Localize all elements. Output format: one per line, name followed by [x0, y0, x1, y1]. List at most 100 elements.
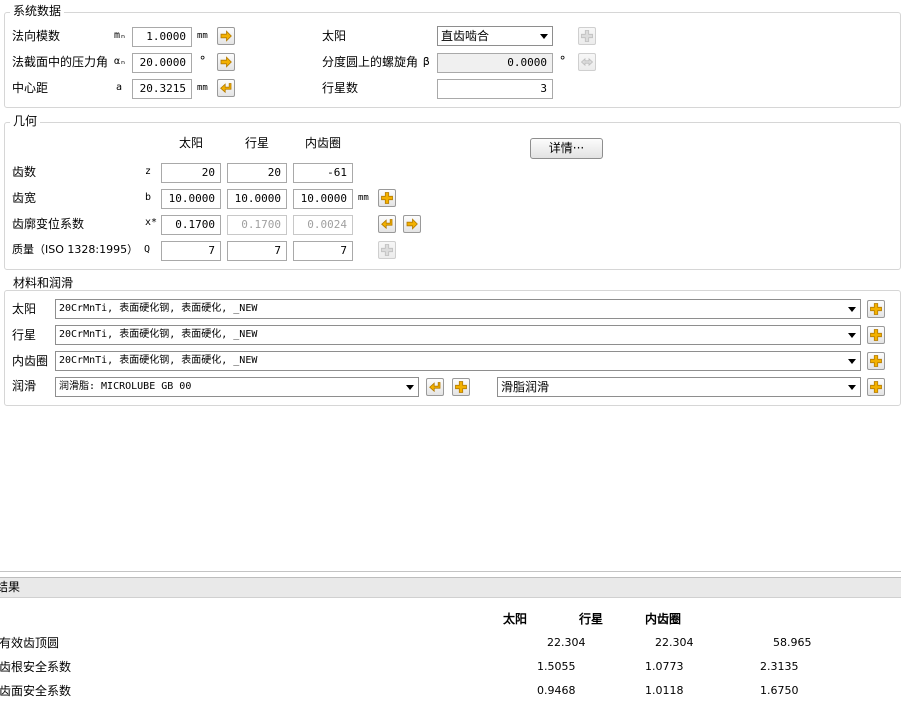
arrow-left-icon: [219, 81, 233, 95]
lubrication-type-add-button[interactable]: [867, 378, 885, 396]
sun-material-label: 太阳: [12, 302, 37, 316]
face-width-add-button[interactable]: [378, 189, 396, 207]
lubrication-label: 润滑: [12, 379, 37, 393]
system-data-legend: 系统数据: [10, 4, 65, 18]
lubricant-add-button[interactable]: [452, 378, 470, 396]
sun-gear-label: 太阳: [322, 29, 347, 43]
teeth-count-planet-input[interactable]: 20: [227, 163, 287, 183]
chevron-down-icon: [848, 385, 856, 390]
arrow-left-icon: [428, 380, 442, 394]
pressure-angle-input[interactable]: 20.0000: [132, 53, 192, 73]
center-distance-convert-button[interactable]: [217, 79, 235, 97]
results-col-planet: 行星: [579, 612, 604, 626]
teeth-count-ring-input[interactable]: -61: [293, 163, 353, 183]
results-row-root-safety-ring: 2.3135: [760, 660, 799, 673]
sun-gear-add-button[interactable]: [578, 27, 596, 45]
planet-material-add-button[interactable]: [867, 326, 885, 344]
profile-shift-right-button[interactable]: [403, 215, 421, 233]
sun-material-select[interactable]: 20CrMnTi, 表面硬化钢, 表面硬化, _NEW: [55, 299, 861, 319]
results-col-ring: 内齿圈: [645, 612, 682, 626]
lubrication-type-value: 滑脂润滑: [501, 380, 550, 394]
teeth-count-sun-input[interactable]: 20: [161, 163, 221, 183]
face-width-sun-input[interactable]: 10.0000: [161, 189, 221, 209]
quality-label: 质量（ISO 1328:1995）: [12, 243, 139, 256]
geometry-legend: 几何: [10, 114, 41, 128]
results-header-bar: 结果: [0, 577, 901, 598]
results-row-flank-safety-planet: 1.0118: [645, 684, 684, 697]
face-width-label: 齿宽: [12, 191, 37, 205]
center-distance-input[interactable]: 20.3215: [132, 79, 192, 99]
helix-angle-symbol: β: [423, 55, 430, 68]
helix-angle-label: 分度圆上的螺旋角: [322, 55, 419, 69]
plus-icon: [869, 302, 883, 316]
face-width-ring-input[interactable]: 10.0000: [293, 189, 353, 209]
quality-sun-input[interactable]: 7: [161, 241, 221, 261]
geometry-col-sun: 太阳: [178, 136, 203, 150]
materials-legend: 材料和润滑: [10, 276, 77, 290]
quality-planet-input[interactable]: 7: [227, 241, 287, 261]
results-row-root-safety-label: 齿根安全系数: [0, 660, 72, 674]
face-width-unit: mm: [358, 193, 369, 203]
plus-icon: [380, 243, 394, 257]
quality-ring-input[interactable]: 7: [293, 241, 353, 261]
chevron-down-icon: [848, 359, 856, 364]
teeth-count-label: 齿数: [12, 165, 37, 179]
profile-shift-symbol: x*: [145, 217, 158, 228]
sun-gear-type-value: 直齿啮合: [441, 29, 490, 43]
results-row-tip-diameter-planet: 22.304: [655, 636, 694, 649]
center-distance-label: 中心距: [12, 81, 49, 95]
sun-material-add-button[interactable]: [867, 300, 885, 318]
plus-icon: [454, 380, 468, 394]
normal-module-label: 法向模数: [12, 29, 61, 43]
arrow-right-icon: [219, 55, 233, 69]
splitter-line[interactable]: [0, 571, 901, 572]
normal-module-convert-button[interactable]: [217, 27, 235, 45]
lubricant-select[interactable]: 润滑脂: MICROLUBE GB 00: [55, 377, 419, 397]
planet-count-label: 行星数: [322, 81, 359, 95]
profile-shift-label: 齿廓变位系数: [12, 217, 85, 231]
results-row-tip-diameter-ring: 58.965: [773, 636, 812, 649]
profile-shift-planet-input[interactable]: 0.1700: [227, 215, 287, 235]
double-arrow-icon: [580, 55, 594, 69]
arrow-right-icon: [405, 217, 419, 231]
sun-gear-type-select[interactable]: 直齿啮合: [437, 26, 553, 46]
chevron-down-icon: [406, 385, 414, 390]
results-row-root-safety-planet: 1.0773: [645, 660, 684, 673]
quality-symbol: Q: [144, 244, 151, 255]
quality-add-button[interactable]: [378, 241, 396, 259]
ring-material-value: 20CrMnTi, 表面硬化钢, 表面硬化, _NEW: [59, 355, 258, 366]
ring-material-add-button[interactable]: [867, 352, 885, 370]
planet-material-label: 行星: [12, 328, 37, 342]
lubricant-left-button[interactable]: [426, 378, 444, 396]
chevron-down-icon: [540, 34, 548, 39]
face-width-planet-input[interactable]: 10.0000: [227, 189, 287, 209]
normal-module-symbol: mₙ: [114, 30, 127, 41]
pressure-angle-convert-button[interactable]: [217, 53, 235, 71]
sun-material-value: 20CrMnTi, 表面硬化钢, 表面硬化, _NEW: [59, 303, 258, 314]
results-col-sun: 太阳: [503, 612, 528, 626]
plus-icon: [869, 328, 883, 342]
planet-count-input[interactable]: 3: [437, 79, 553, 99]
arrow-right-icon: [219, 29, 233, 43]
helix-angle-unit: °: [559, 54, 567, 68]
results-title: 结果: [0, 580, 21, 594]
planet-material-select[interactable]: 20CrMnTi, 表面硬化钢, 表面硬化, _NEW: [55, 325, 861, 345]
plus-icon: [380, 191, 394, 205]
details-button[interactable]: 详情···: [530, 138, 603, 159]
planet-material-value: 20CrMnTi, 表面硬化钢, 表面硬化, _NEW: [59, 329, 258, 340]
results-row-tip-diameter-sun: 22.304: [547, 636, 586, 649]
geometry-col-ring: 内齿圈: [304, 136, 341, 150]
ring-material-label: 内齿圈: [12, 354, 49, 368]
profile-shift-ring-input[interactable]: 0.0024: [293, 215, 353, 235]
helix-angle-input[interactable]: 0.0000: [437, 53, 553, 73]
results-row-root-safety-sun: 1.5055: [537, 660, 576, 673]
plus-icon: [869, 380, 883, 394]
profile-shift-sun-input[interactable]: 0.1700: [161, 215, 221, 235]
normal-module-input[interactable]: 1.0000: [132, 27, 192, 47]
results-row-flank-safety-sun: 0.9468: [537, 684, 576, 697]
chevron-down-icon: [848, 307, 856, 312]
ring-material-select[interactable]: 20CrMnTi, 表面硬化钢, 表面硬化, _NEW: [55, 351, 861, 371]
lubrication-type-select[interactable]: 滑脂润滑: [497, 377, 861, 397]
profile-shift-left-button[interactable]: [378, 215, 396, 233]
helix-angle-convert-button[interactable]: [578, 53, 596, 71]
